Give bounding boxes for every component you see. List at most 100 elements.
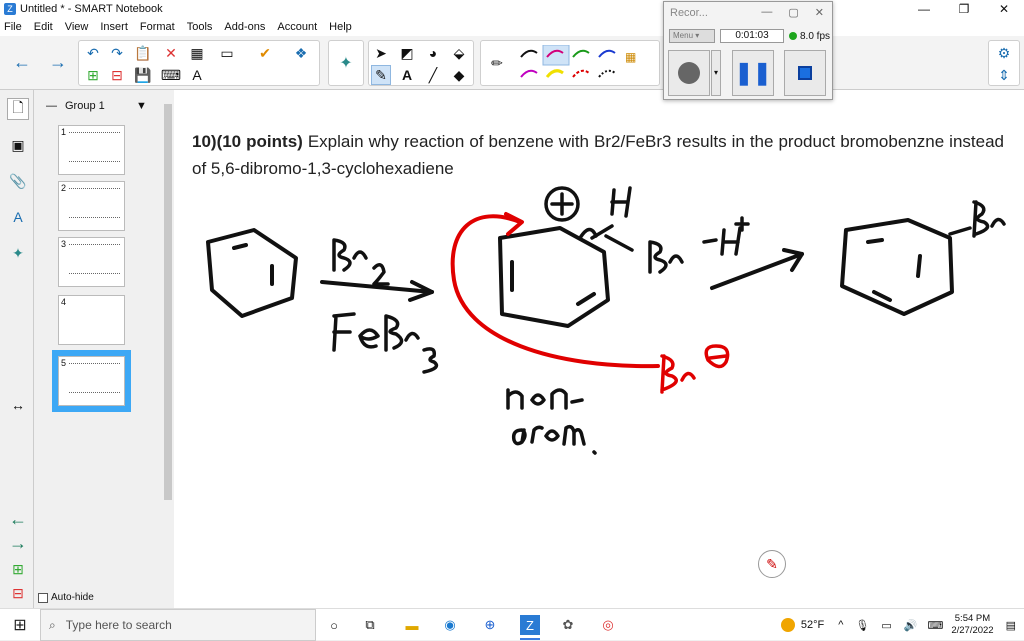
shapes-pen-icon[interactable]: ◩: [397, 43, 417, 63]
search-icon: ⌕: [49, 617, 56, 632]
undo-icon[interactable]: ↶: [83, 43, 103, 63]
pen-type-icon[interactable]: ✏: [487, 53, 507, 73]
plus-sign: [550, 192, 574, 216]
page-thumbnail-active[interactable]: 5: [52, 350, 131, 412]
chrome-icon[interactable]: ◎: [598, 615, 618, 635]
restore-button[interactable]: ❐: [944, 0, 984, 18]
addons-tab-icon[interactable]: ✦: [7, 242, 29, 264]
stop-button[interactable]: [784, 50, 826, 96]
pen-tool-icon[interactable]: ✎: [371, 65, 391, 85]
ink-annotations[interactable]: [174, 90, 1024, 608]
edge-icon[interactable]: ◉: [440, 615, 460, 635]
start-button[interactable]: ⊞: [0, 609, 40, 641]
menu-addons[interactable]: Add-ons: [224, 21, 265, 33]
cation-ring: [498, 226, 610, 328]
cube-tools-group: ✦: [328, 40, 364, 86]
smart-notebook-taskbar-icon[interactable]: Z: [520, 615, 540, 640]
side-tabs: 🗋 ▣ 📎 A ✦ ↔ ← → ⊞ ⊟: [0, 90, 34, 608]
double-bond-mark: [232, 243, 248, 250]
volume-icon[interactable]: 🔊: [904, 619, 918, 632]
menu-insert[interactable]: Insert: [100, 21, 128, 33]
fill-icon[interactable]: ⬙: [449, 43, 469, 63]
chevron-down-icon[interactable]: ▼: [136, 100, 147, 112]
page-thumbnail[interactable]: 2: [58, 181, 125, 231]
task-view-icon[interactable]: ⧉: [360, 615, 380, 635]
thumbnail-ink: [69, 132, 120, 162]
page-sorter-tab-icon[interactable]: 🗋: [7, 98, 29, 120]
show-hidden-icons-icon[interactable]: ^: [838, 619, 843, 631]
floating-pen-button[interactable]: ✎: [758, 550, 786, 578]
select-arrow-icon[interactable]: ➤: [371, 43, 391, 63]
autohide-checkbox[interactable]: Auto-hide: [38, 592, 94, 603]
keyboard-icon[interactable]: ⌨: [927, 619, 943, 632]
page-thumbnail[interactable]: 4: [58, 295, 125, 345]
cortana-icon[interactable]: ○: [324, 615, 344, 635]
resize-panel-icon[interactable]: ↔: [7, 394, 29, 416]
addons-icon[interactable]: ❖: [291, 43, 311, 63]
minimize-button[interactable]: —: [904, 0, 944, 18]
add-page-side-icon[interactable]: ⊞: [7, 558, 29, 580]
redo-icon[interactable]: ↷: [107, 43, 127, 63]
menu-view[interactable]: View: [65, 21, 89, 33]
menu-edit[interactable]: Edit: [34, 21, 53, 33]
delete-page-side-icon[interactable]: ⊟: [7, 582, 29, 604]
delete-icon[interactable]: ✕: [161, 43, 181, 63]
checkbox-box[interactable]: [38, 592, 48, 603]
page-thumbnail[interactable]: 1: [58, 125, 125, 175]
toolbar-position-icon[interactable]: ⇕: [994, 65, 1014, 85]
menu-file[interactable]: File: [4, 21, 22, 33]
recorder-close-icon[interactable]: ✕: [815, 6, 824, 19]
recorder-menu-dropdown[interactable]: Menu ▾: [669, 29, 715, 43]
recorder-minimize-icon[interactable]: —: [761, 6, 772, 19]
red-arrowhead: [504, 212, 524, 236]
activity-builder-icon[interactable]: ✦: [336, 53, 356, 73]
attachments-tab-icon[interactable]: 📎: [7, 170, 29, 192]
taskbar-clock[interactable]: 5:54 PM 2/27/2022: [951, 613, 993, 637]
gear-icon[interactable]: ⚙: [994, 43, 1014, 63]
menu-tools[interactable]: Tools: [187, 21, 213, 33]
weather-icon[interactable]: [780, 618, 795, 632]
eraser-shape-icon[interactable]: ◕: [423, 43, 443, 63]
menu-help[interactable]: Help: [329, 21, 352, 33]
previous-page-side-icon[interactable]: ←: [7, 508, 29, 530]
red-curved-arrow: [450, 214, 660, 369]
spell-icon[interactable]: A: [187, 65, 207, 85]
gallery-tab-icon[interactable]: ▣: [7, 134, 29, 156]
page-thumbnail[interactable]: 3: [58, 237, 125, 287]
recorder-taskbar-icon[interactable]: ✿: [558, 615, 578, 635]
measure-icon[interactable]: ✔: [255, 43, 275, 63]
collapse-icon[interactable]: —: [46, 100, 57, 112]
window-controls: — ❐ ✕: [904, 0, 1024, 18]
next-page-side-icon[interactable]: →: [7, 532, 29, 554]
notifications-icon[interactable]: ▤: [1006, 619, 1016, 632]
group-header[interactable]: — Group 1 ▼: [46, 100, 147, 112]
table-icon[interactable]: ▦: [187, 43, 207, 63]
network-icon[interactable]: ▭: [881, 619, 891, 632]
pause-button[interactable]: ❚❚: [732, 50, 774, 96]
line-tool-icon[interactable]: ╱: [423, 65, 443, 85]
screen-shade-icon[interactable]: ▭: [217, 43, 237, 63]
store-icon[interactable]: ⊕: [480, 615, 500, 635]
notebook-canvas[interactable]: 10)(10 points) Explain why reaction of b…: [174, 90, 1024, 608]
menu-format[interactable]: Format: [140, 21, 175, 33]
taskbar-search[interactable]: ⌕ Type here to search: [40, 609, 316, 641]
record-options-chevron-icon[interactable]: ▾: [711, 50, 721, 96]
next-page-icon[interactable]: →: [48, 52, 68, 72]
record-button[interactable]: [668, 50, 710, 96]
file-explorer-icon[interactable]: ▬: [402, 615, 422, 635]
save-icon[interactable]: 💾: [133, 65, 153, 85]
paste-icon[interactable]: 📋: [133, 43, 153, 63]
menu-account[interactable]: Account: [277, 21, 317, 33]
previous-page-icon[interactable]: ←: [12, 52, 32, 72]
pen-color-swatches[interactable]: ▦: [517, 45, 657, 85]
eraser-icon[interactable]: ◆: [449, 65, 469, 85]
microphone-icon[interactable]: 🎙: [855, 619, 869, 632]
add-page-icon[interactable]: ⊞: [83, 65, 103, 85]
delete-page-icon[interactable]: ⊟: [107, 65, 127, 85]
sorter-scrollbar[interactable]: [164, 104, 172, 500]
close-button[interactable]: ✕: [984, 0, 1024, 18]
recorder-restore-icon[interactable]: ▢: [788, 6, 798, 19]
properties-tab-icon[interactable]: A: [7, 206, 29, 228]
screen-capture-icon[interactable]: ⌨: [161, 65, 181, 85]
text-tool-icon[interactable]: A: [397, 65, 417, 85]
